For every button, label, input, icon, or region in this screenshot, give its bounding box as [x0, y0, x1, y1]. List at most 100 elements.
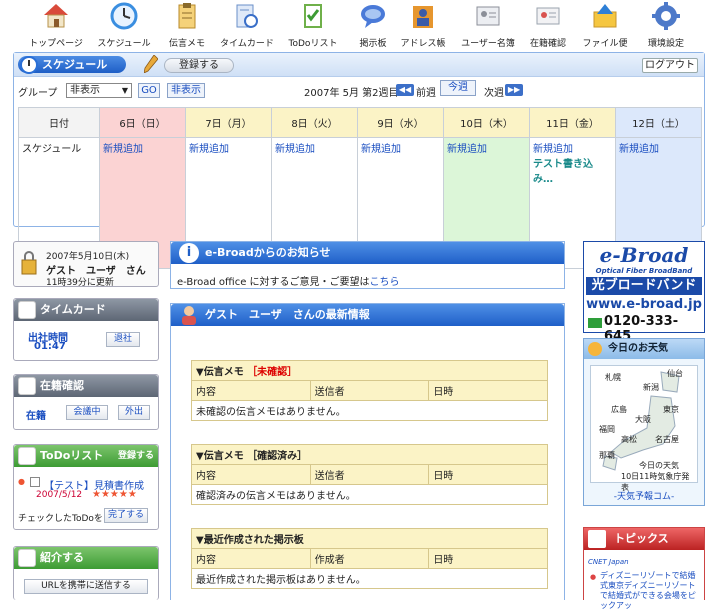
- nav-label: アドレス帳: [400, 39, 446, 49]
- presence-header: 在籍確認: [14, 375, 158, 397]
- todo-checkbox[interactable]: [30, 477, 40, 487]
- prev-week-icon[interactable]: ◀◀: [396, 84, 414, 96]
- next-week-icon[interactable]: ▶▶: [505, 84, 523, 96]
- meeting-button[interactable]: 会議中: [66, 405, 108, 420]
- out-button[interactable]: 外出: [118, 405, 150, 420]
- add-schedule-link[interactable]: 新規追加: [533, 144, 573, 155]
- nav-label: ユーザー名簿: [461, 39, 515, 49]
- schedule-event-link[interactable]: テスト書き込み…: [533, 155, 612, 185]
- section-title-cell: ▼最近作成された掲示板: [191, 528, 548, 549]
- nav-label: トップページ: [29, 39, 83, 49]
- ad-url: www.e-broad.jp: [586, 297, 702, 312]
- topics-icon: [588, 530, 606, 548]
- city-label: 東京: [663, 405, 679, 414]
- ad-jp-text: 光ブロードバンド: [586, 277, 702, 295]
- pencil-icon: [144, 55, 158, 73]
- day-header: 10日（木）: [443, 107, 530, 138]
- notice-title: e-Broadからのお知らせ: [205, 246, 331, 259]
- weather-column-link[interactable]: -天気予報コム-: [584, 489, 704, 502]
- user-date: 2007年5月10日(木): [46, 252, 130, 262]
- weather-map[interactable]: 札幌 仙台 新潟 広島 大阪 東京 福岡 高松 名古屋 那覇 今日の天気 10日…: [590, 365, 698, 492]
- add-schedule-link[interactable]: 新規追加: [189, 144, 229, 155]
- section-title-cell: ▼伝言メモ ［確認済み］: [191, 444, 548, 465]
- todo-register-link[interactable]: 登録する: [118, 445, 154, 467]
- send-url-button[interactable]: URLを携帯に送信する: [24, 579, 148, 594]
- nav-label: 在籍確認: [529, 39, 566, 49]
- topics-source: CNET Japan: [588, 558, 629, 566]
- latest-info-title: ゲスト ユーザ さんの最新情報: [205, 308, 370, 321]
- e-broad-ad-banner[interactable]: e-Broad Optical Fiber BroadBand 光ブロードバンド…: [583, 241, 705, 344]
- topics-header: トピックス: [584, 528, 704, 550]
- nav-label: 伝言メモ: [168, 39, 205, 49]
- city-label: 仙台: [667, 369, 683, 378]
- empty-message: 確認済みの伝言メモはありません。: [191, 484, 548, 505]
- section-tag: ［確認済み］: [247, 451, 308, 462]
- section-tag: ［未確認］: [247, 367, 298, 378]
- nav-user-list[interactable]: ユーザー名簿: [460, 2, 516, 49]
- add-schedule-link[interactable]: 新規追加: [361, 144, 401, 155]
- unread-memo-table: ▼伝言メモ ［未確認］ 内容 送信者 日時 未確認の伝言メモはありません。: [191, 360, 548, 421]
- next-week-label[interactable]: 次週: [484, 84, 504, 99]
- notice-text-row: e-Broad office に対するご意見・ご要望はこちら: [177, 273, 400, 288]
- schedule-title-tab: スケジュール: [18, 56, 126, 74]
- notice-panel: i e-Broadからのお知らせ e-Broad office に対するご意見・…: [170, 241, 565, 289]
- schedule-date-row: 日付 6日（日） 7日（月） 8日（火） 9日（水） 10日（木） 11日（金）…: [18, 107, 702, 138]
- gear-icon: [652, 2, 680, 30]
- clock-in-time: 01:47: [34, 341, 66, 352]
- schedule-title: スケジュール: [42, 58, 108, 71]
- register-schedule-button[interactable]: 登録する: [164, 58, 234, 73]
- date-header: 日付: [18, 107, 100, 138]
- add-schedule-link[interactable]: 新規追加: [619, 144, 659, 155]
- todo-title: ToDoリスト: [40, 449, 104, 462]
- share-icon: [18, 549, 36, 567]
- section-title-cell: ▼伝言メモ ［未確認］: [191, 360, 548, 381]
- checklist-icon: [18, 447, 36, 465]
- column-header: 内容: [191, 548, 311, 569]
- hide-button[interactable]: 非表示: [167, 83, 205, 98]
- read-memo-table: ▼伝言メモ ［確認済み］ 内容 送信者 日時 確認済みの伝言メモはありません。: [191, 444, 548, 505]
- group-select[interactable]: 非表示 ▼: [66, 83, 132, 98]
- prev-week-label[interactable]: 前週: [416, 84, 436, 99]
- free-dial-icon: [588, 318, 602, 328]
- add-schedule-link[interactable]: 新規追加: [103, 144, 143, 155]
- nav-timecard[interactable]: タイムカード: [220, 2, 274, 49]
- clock-icon: [110, 2, 138, 30]
- memo-icon: [173, 2, 201, 30]
- nav-label: タイムカード: [220, 39, 274, 49]
- nav-label: 掲示板: [359, 39, 387, 49]
- city-label: 札幌: [605, 373, 621, 382]
- bullet-icon: ●: [590, 573, 597, 581]
- nav-bulletin[interactable]: 掲示板: [355, 2, 391, 49]
- add-schedule-link[interactable]: 新規追加: [447, 144, 487, 155]
- todo-box: ToDoリスト 登録する ● 【テスト】見積書作成 2007/5/12 ★★★★…: [13, 444, 159, 530]
- user-list-icon: [474, 2, 502, 30]
- clock-out-button[interactable]: 退社: [106, 332, 140, 347]
- notice-link[interactable]: こちら: [370, 277, 400, 288]
- priority-stars: ★★★★★: [92, 489, 137, 500]
- logout-button[interactable]: ログアウト: [642, 58, 698, 73]
- nav-settings[interactable]: 環境設定: [644, 2, 688, 49]
- add-schedule-link[interactable]: 新規追加: [275, 144, 315, 155]
- presence-icon: [18, 377, 36, 395]
- presence-title: 在籍確認: [40, 379, 84, 392]
- bulletin-icon: [359, 2, 387, 30]
- chevron-down-icon: ▼: [121, 86, 128, 95]
- go-button[interactable]: GO: [138, 83, 160, 98]
- nav-presence[interactable]: 在籍確認: [528, 2, 568, 49]
- nav-schedule[interactable]: スケジュール: [94, 2, 154, 49]
- clock-icon: [20, 56, 38, 74]
- schedule-header: スケジュール 登録する ログアウト: [14, 53, 704, 77]
- section-title: ▼伝言メモ: [196, 367, 244, 378]
- topics-item-link[interactable]: ディズニーリゾートで結婚式東京ディズニーリゾートで結婚式ができる会場をピックアッ: [600, 571, 702, 611]
- nav-memo[interactable]: 伝言メモ: [166, 2, 208, 49]
- nav-address-book[interactable]: アドレス帳: [398, 2, 448, 49]
- nav-todo[interactable]: ToDoリスト: [288, 2, 338, 49]
- complete-todo-button[interactable]: 完了する: [104, 508, 148, 523]
- city-label: 高松: [621, 435, 637, 444]
- city-label: 福岡: [599, 425, 615, 434]
- nav-top-page[interactable]: トップページ: [28, 2, 84, 49]
- empty-message: 最近作成された掲示板はありません。: [191, 568, 548, 589]
- this-week-button[interactable]: 今週: [440, 80, 476, 96]
- timecard-header: タイムカード: [14, 299, 158, 321]
- nav-file-delivery[interactable]: ファイル便: [582, 2, 628, 49]
